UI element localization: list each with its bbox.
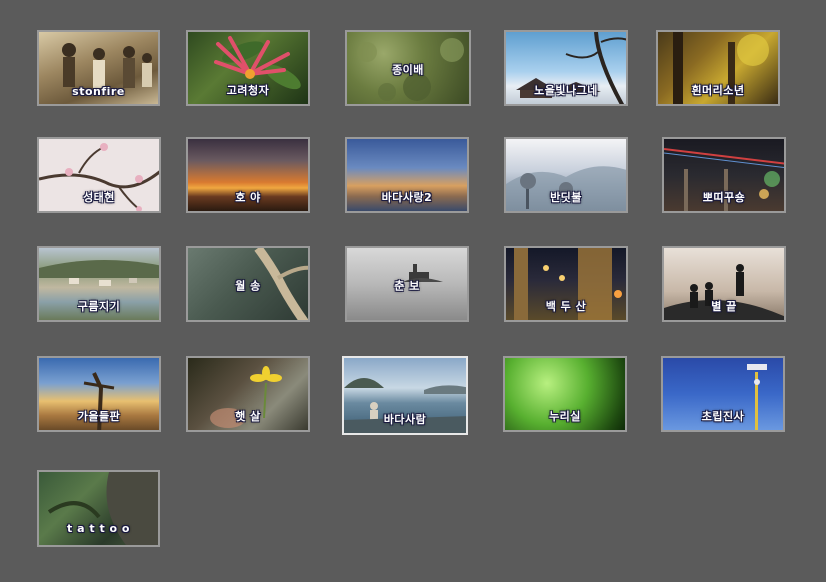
thumbnail-label: t a t t o o xyxy=(67,522,130,535)
thumbnail-label: 바다사랑2 xyxy=(381,191,433,204)
thumbnail-chunbo[interactable]: 춘 보 xyxy=(345,246,469,322)
thumbnail-label: stonfire xyxy=(72,85,125,98)
thumbnail-label: 가을들판 xyxy=(77,410,121,423)
thumbnail-hoya[interactable]: 호 야 xyxy=(186,137,310,213)
thumbnail-label: 흰머리소년 xyxy=(691,84,745,97)
thumbnail-label: 별 끝 xyxy=(711,300,737,313)
thumbnail-label: 누리실 xyxy=(549,410,581,423)
thumbnail-label: 고려청자 xyxy=(226,84,270,97)
thumbnail-autumn-field[interactable]: 가을들판 xyxy=(37,356,161,432)
thumbnail-sunset-wanderer[interactable]: 노을빛나그네 xyxy=(504,30,628,106)
thumbnail-ppotti-kkusong[interactable]: 뽀띠꾸숑 xyxy=(662,137,786,213)
thumbnail-seong-taehyeon[interactable]: 성태현 xyxy=(37,137,161,213)
thumbnail-white-haired-boy[interactable]: 흰머리소년 xyxy=(656,30,780,106)
thumbnail-label: 반딧불 xyxy=(550,191,582,204)
thumbnail-sunlight[interactable]: 햇 살 xyxy=(186,356,310,432)
thumbnail-wolsong[interactable]: 월 송 xyxy=(186,246,310,322)
thumbnail-sea-person[interactable]: 바다사람 xyxy=(342,356,468,435)
thumbnail-byeol-kkeut[interactable]: 별 끝 xyxy=(662,246,786,322)
thumbnail-label: 호 야 xyxy=(235,191,261,204)
thumbnail-goryeo-celadon[interactable]: 고려청자 xyxy=(186,30,310,106)
thumbnail-gallery: stonfire 고려청자 종이배 노을빛나그네 흰머리소년 성태현 호 야 바… xyxy=(0,0,826,582)
thumbnail-firefly[interactable]: 반딧불 xyxy=(504,137,628,213)
thumbnail-label: 바다사람 xyxy=(383,413,427,426)
thumbnail-label: 종이배 xyxy=(392,63,424,77)
thumbnail-chorip-jinsa[interactable]: 초립진사 xyxy=(661,356,785,432)
tree-trunk-icon xyxy=(47,472,158,545)
thumbnail-baekdusan[interactable]: 백 두 산 xyxy=(504,246,628,322)
thumbnail-paper-boat[interactable]: 종이배 xyxy=(345,30,471,106)
thumbnail-label: 초립진사 xyxy=(701,410,745,423)
thumbnail-label: 햇 살 xyxy=(235,410,261,423)
thumbnail-stonfire[interactable]: stonfire xyxy=(37,30,160,106)
thumbnail-label: 노을빛나그네 xyxy=(534,84,598,97)
thumbnail-label: 월 송 xyxy=(235,279,261,293)
thumbnail-cloud-keeper[interactable]: 구름지기 xyxy=(37,246,161,322)
thumbnail-tattoo[interactable]: t a t t o o xyxy=(37,470,160,547)
thumbnail-label: 뽀띠꾸숑 xyxy=(702,191,746,204)
thumbnail-label: 춘 보 xyxy=(394,279,420,293)
thumbnail-nurisil[interactable]: 누리실 xyxy=(503,356,627,432)
thumbnail-sea-love-2[interactable]: 바다사랑2 xyxy=(345,137,469,213)
thumbnail-label: 백 두 산 xyxy=(545,300,587,313)
thumbnail-label: 성태현 xyxy=(83,191,115,204)
thumbnail-label: 구름지기 xyxy=(77,300,121,313)
